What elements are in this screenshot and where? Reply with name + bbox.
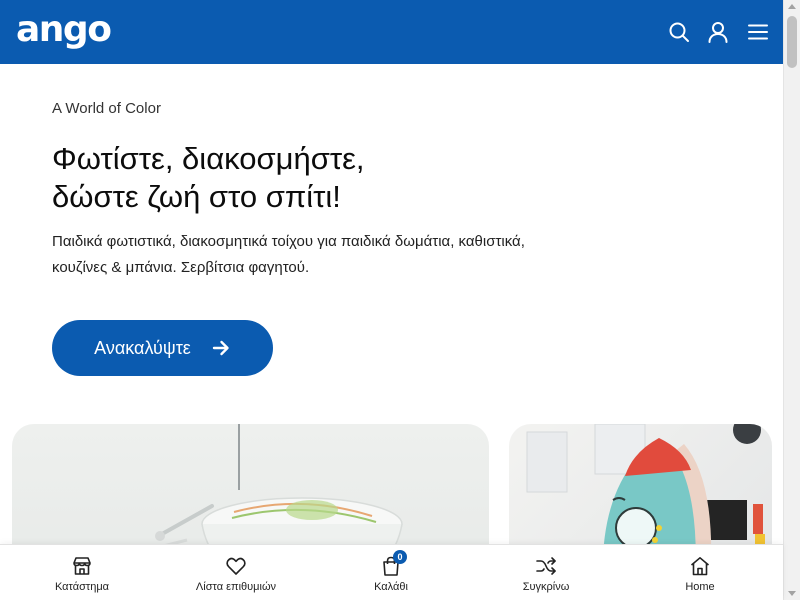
scrollbar-thumb[interactable]: [787, 16, 797, 68]
cart-count-badge: 0: [393, 550, 407, 564]
scroll-up-arrow-icon[interactable]: [788, 4, 796, 9]
home-icon: [689, 555, 711, 577]
shopping-bag-icon: 0: [380, 550, 407, 577]
page: ango A World of Color Φωτίστε, διακοσμήσ…: [0, 0, 800, 600]
discover-button-label: Ανακαλύψτε: [94, 337, 191, 358]
hero-headline-line-2: δώστε ζωή στο σπίτι!: [52, 179, 341, 214]
nav-item-home[interactable]: Home: [622, 545, 778, 600]
bottom-navigation-bar: Κατάστημα Λίστα επιθυμιών 0 Καλάθι Συγκρ…: [0, 544, 783, 600]
shuffle-icon: [535, 555, 557, 577]
discover-button[interactable]: Ανακαλύψτε: [52, 320, 273, 376]
site-header: ango: [0, 0, 783, 64]
scroll-down-arrow-icon[interactable]: [788, 591, 796, 596]
hero-eyebrow: A World of Color: [52, 100, 161, 117]
heart-icon: [225, 555, 247, 577]
vertical-scrollbar[interactable]: [783, 0, 800, 600]
hero-headline: Φωτίστε, διακοσμήστε, δώστε ζωή στο σπίτ…: [52, 140, 365, 216]
user-icon[interactable]: [706, 20, 730, 44]
arrow-right-icon: [211, 338, 231, 358]
logo[interactable]: ango: [16, 8, 112, 52]
hero-headline-line-1: Φωτίστε, διακοσμήστε,: [52, 141, 365, 176]
nav-label-wishlist: Λίστα επιθυμιών: [195, 581, 277, 593]
nav-item-cart[interactable]: 0 Καλάθι: [313, 545, 469, 600]
store-icon: [71, 555, 93, 577]
nav-item-shop[interactable]: Κατάστημα: [4, 545, 160, 600]
menu-icon[interactable]: [746, 20, 770, 44]
nav-label-home: Home: [685, 581, 715, 593]
nav-item-compare[interactable]: Συγκρίνω: [468, 545, 624, 600]
nav-item-wishlist[interactable]: Λίστα επιθυμιών: [158, 545, 314, 600]
nav-label-compare: Συγκρίνω: [522, 581, 570, 593]
nav-label-cart: Καλάθι: [374, 581, 408, 593]
search-icon[interactable]: [667, 20, 691, 44]
nav-label-shop: Κατάστημα: [54, 581, 110, 593]
hero-description: Παιδικά φωτιστικά, διακοσμητικά τοίχου γ…: [52, 233, 525, 276]
